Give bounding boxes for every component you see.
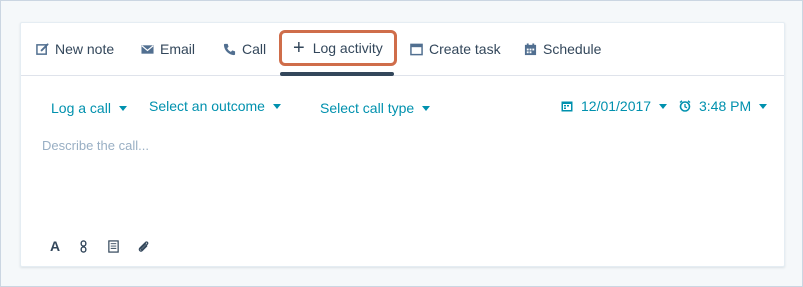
log-filters: Log a call Select an outcome Select call…: [21, 97, 784, 121]
snippet-icon[interactable]: [106, 239, 120, 253]
tab-label: Email: [160, 41, 196, 57]
alarm-clock-icon: [679, 100, 691, 112]
outcome-dropdown[interactable]: Select an outcome: [149, 98, 281, 114]
activity-type-dropdown[interactable]: Log a call: [51, 100, 127, 116]
app-frame: New note Email Call + Log activity Creat…: [0, 0, 803, 287]
envelope-icon: [141, 43, 154, 56]
attachment-icon[interactable]: [136, 239, 150, 253]
calendar-icon: [524, 42, 537, 56]
date-value: 12/01/2017: [581, 98, 652, 114]
tab-label: Log activity: [312, 40, 383, 56]
call-type-value: Select call type: [320, 100, 415, 116]
time-value: 3:48 PM: [699, 98, 752, 114]
call-type-dropdown[interactable]: Select call type: [320, 100, 431, 116]
tab-schedule[interactable]: Schedule: [524, 23, 601, 75]
chevron-down-icon: [272, 103, 281, 109]
tab-label: Create task: [429, 41, 501, 57]
date-picker[interactable]: 12/01/2017: [561, 98, 668, 114]
plus-icon: +: [293, 37, 305, 59]
calendar-icon: [561, 100, 573, 112]
tab-label: Schedule: [543, 41, 602, 57]
format-toolbar: A: [50, 238, 150, 254]
task-icon: [410, 43, 423, 56]
activity-type-value: Log a call: [51, 100, 111, 116]
activity-panel: New note Email Call + Log activity Creat…: [20, 22, 785, 267]
tab-call[interactable]: Call: [223, 23, 266, 75]
link-icon[interactable]: [76, 239, 90, 253]
tab-label: Call: [242, 41, 267, 57]
text-style-icon[interactable]: A: [50, 238, 60, 254]
chevron-down-icon: [659, 103, 668, 109]
tab-email[interactable]: Email: [141, 23, 195, 75]
phone-icon: [223, 43, 236, 56]
activity-tab-bar: New note Email Call + Log activity Creat…: [21, 23, 784, 76]
chevron-down-icon: [759, 103, 768, 109]
tab-log-activity[interactable]: + Log activity: [279, 30, 397, 66]
tab-new-note[interactable]: New note: [36, 23, 114, 75]
chevron-down-icon: [118, 105, 127, 111]
edit-icon: [36, 42, 49, 56]
time-picker[interactable]: 3:48 PM: [679, 98, 768, 114]
chevron-down-icon: [422, 105, 431, 111]
tab-label: New note: [55, 41, 115, 57]
tab-create-task[interactable]: Create task: [410, 23, 501, 75]
active-tab-indicator: [280, 72, 394, 76]
outcome-value: Select an outcome: [149, 98, 265, 114]
call-description-input[interactable]: [42, 138, 742, 153]
